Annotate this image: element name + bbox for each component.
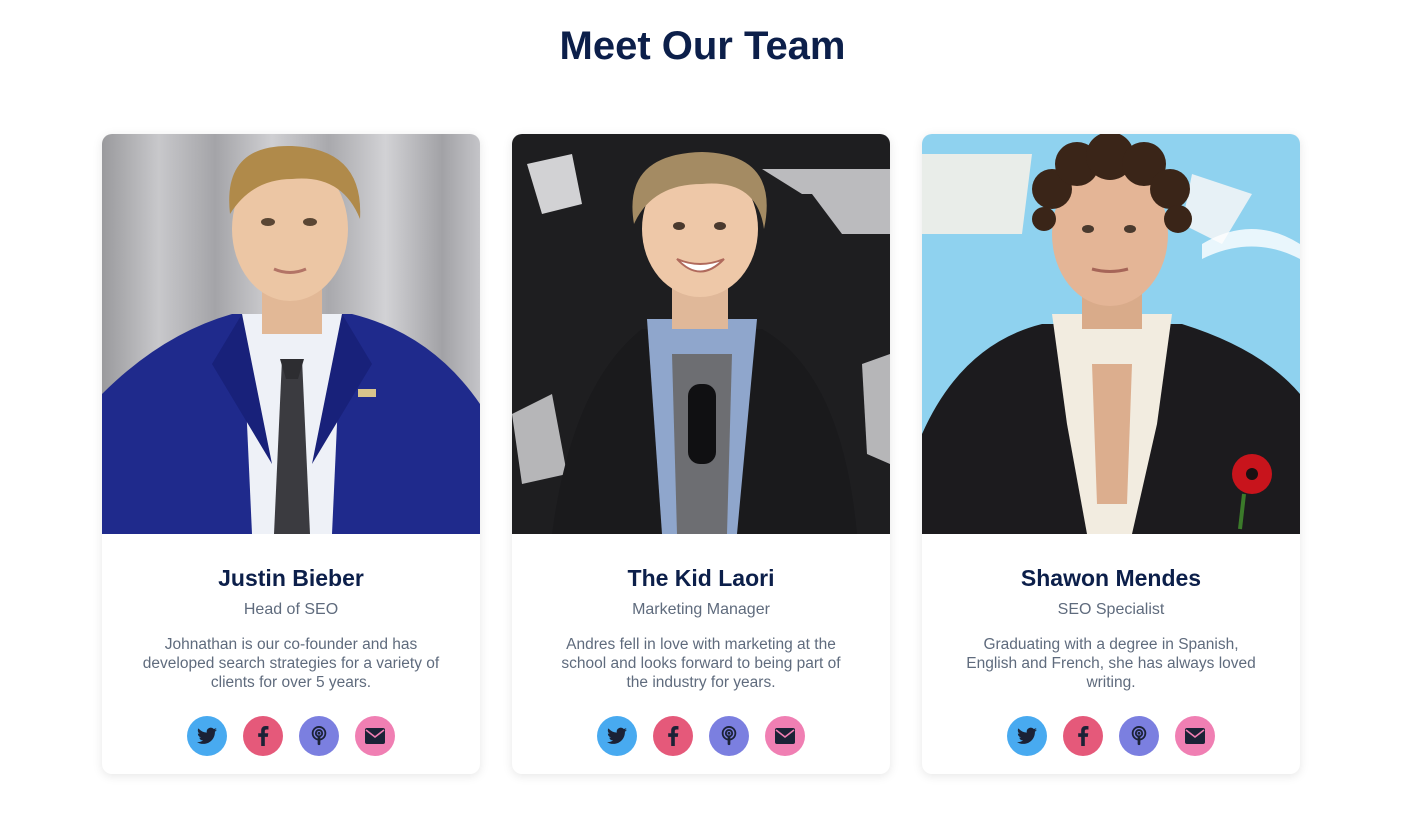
team-card-kid-laori: The Kid Laori Marketing Manager Andres f… xyxy=(512,134,890,774)
team-member-role: Head of SEO xyxy=(243,601,339,618)
person-photo-icon xyxy=(102,134,480,534)
email-icon xyxy=(1185,728,1205,744)
twitter-icon xyxy=(197,727,217,744)
twitter-button[interactable] xyxy=(1007,716,1047,756)
podcast-icon xyxy=(1131,726,1147,746)
podcast-icon xyxy=(721,726,737,746)
team-member-name: Justin Bieber xyxy=(218,565,364,591)
team-card-justin: Justin Bieber Head of SEO Johnathan is o… xyxy=(102,134,480,774)
team-page: Meet Our Team Justin Bieber Head of SEO … xyxy=(0,0,1405,824)
social-links xyxy=(922,716,1300,756)
team-member-photo xyxy=(922,134,1300,534)
team-member-bio: Johnathan is our co-founder and has deve… xyxy=(142,636,440,691)
team-member-photo xyxy=(512,134,890,534)
team-member-bio: Andres fell in love with marketing at th… xyxy=(561,636,841,691)
team-member-name: Shawon Mendes xyxy=(1020,565,1202,591)
team-member-name: The Kid Laori xyxy=(627,565,775,591)
podcast-icon xyxy=(311,726,327,746)
twitter-button[interactable] xyxy=(597,716,637,756)
team-member-role: Marketing Manager xyxy=(632,601,770,618)
twitter-button[interactable] xyxy=(187,716,227,756)
team-cards: Justin Bieber Head of SEO Johnathan is o… xyxy=(102,134,1300,774)
email-icon xyxy=(775,728,795,744)
facebook-icon xyxy=(1078,726,1089,746)
twitter-icon xyxy=(1017,727,1037,744)
page-title: Meet Our Team xyxy=(559,24,846,68)
email-button[interactable] xyxy=(355,716,395,756)
team-card-shawon: Shawon Mendes SEO Specialist Graduating … xyxy=(922,134,1300,774)
team-member-bio: Graduating with a degree in Spanish, Eng… xyxy=(966,636,1256,691)
facebook-button[interactable] xyxy=(243,716,283,756)
facebook-button[interactable] xyxy=(653,716,693,756)
podcast-button[interactable] xyxy=(709,716,749,756)
email-icon xyxy=(365,728,385,744)
person-photo-icon xyxy=(512,134,890,534)
email-button[interactable] xyxy=(1175,716,1215,756)
team-member-role: SEO Specialist xyxy=(1057,601,1165,618)
facebook-button[interactable] xyxy=(1063,716,1103,756)
facebook-icon xyxy=(668,726,679,746)
podcast-button[interactable] xyxy=(299,716,339,756)
social-links xyxy=(102,716,480,756)
email-button[interactable] xyxy=(765,716,805,756)
podcast-button[interactable] xyxy=(1119,716,1159,756)
person-photo-icon xyxy=(922,134,1300,534)
team-member-photo xyxy=(102,134,480,534)
social-links xyxy=(512,716,890,756)
facebook-icon xyxy=(258,726,269,746)
twitter-icon xyxy=(607,727,627,744)
